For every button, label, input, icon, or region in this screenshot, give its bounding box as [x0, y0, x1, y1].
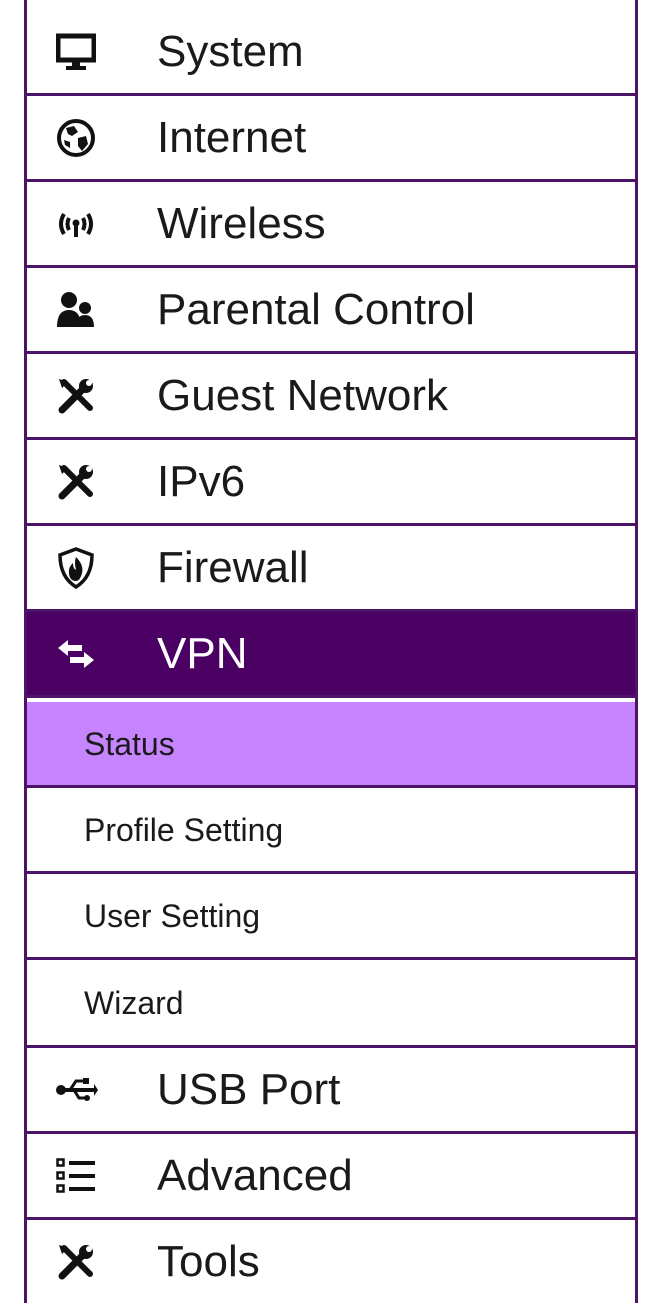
menu-item-label: Internet	[157, 112, 307, 162]
firewall-shield-icon	[53, 545, 99, 591]
submenu-item-user-setting[interactable]: User Setting	[27, 874, 635, 960]
submenu-item-status[interactable]: Status	[27, 702, 635, 788]
menu-item-guest-network[interactable]: Guest Network	[27, 354, 635, 440]
list-icon	[53, 1153, 99, 1199]
submenu-item-label: Profile Setting	[84, 811, 284, 848]
tools-icon	[53, 373, 99, 419]
menu-item-label: Wireless	[157, 198, 326, 248]
menu-item-label: USB Port	[157, 1064, 341, 1114]
exchange-arrows-icon	[53, 631, 99, 677]
menu-item-internet[interactable]: Internet	[27, 96, 635, 182]
menu-item-firewall[interactable]: Firewall	[27, 526, 635, 612]
menu-item-system[interactable]: System	[27, 10, 635, 96]
menu-item-label: Guest Network	[157, 370, 448, 420]
monitor-icon	[53, 29, 99, 75]
wireless-icon	[53, 201, 99, 247]
usb-icon	[53, 1067, 99, 1113]
menu-item-vpn[interactable]: VPN	[27, 612, 635, 698]
globe-icon	[53, 115, 99, 161]
submenu-item-label: Wizard	[84, 984, 184, 1021]
submenu-item-profile-setting[interactable]: Profile Setting	[27, 788, 635, 874]
menu-item-label: System	[157, 26, 304, 76]
tools-icon	[53, 1239, 99, 1285]
menu-item-label: Parental Control	[157, 284, 475, 334]
menu-item-usb-port[interactable]: USB Port	[27, 1048, 635, 1134]
sidebar-menu: System Internet Wireless Parental Contro…	[24, 0, 638, 1303]
menu-item-ipv6[interactable]: IPv6	[27, 440, 635, 526]
submenu-item-label: User Setting	[84, 897, 261, 934]
menu-item-parental-control[interactable]: Parental Control	[27, 268, 635, 354]
users-icon	[53, 287, 99, 333]
menu-item-label: Firewall	[157, 542, 309, 592]
menu-item-label: Tools	[157, 1236, 260, 1286]
tools-icon	[53, 459, 99, 505]
menu-item-label: VPN	[157, 628, 248, 678]
menu-item-label: IPv6	[157, 456, 246, 506]
menu-item-label: Advanced	[157, 1150, 353, 1200]
menu-item-wireless[interactable]: Wireless	[27, 182, 635, 268]
submenu-item-label: Status	[84, 725, 175, 762]
menu-item-advanced[interactable]: Advanced	[27, 1134, 635, 1220]
menu-item-tools[interactable]: Tools	[27, 1220, 635, 1303]
submenu-item-wizard[interactable]: Wizard	[27, 960, 635, 1048]
